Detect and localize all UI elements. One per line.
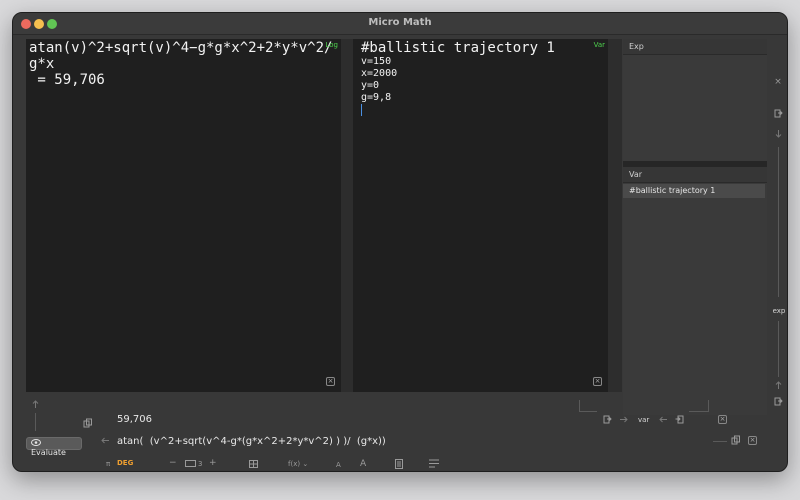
precision-icon <box>185 460 196 470</box>
clear-var-button[interactable]: × <box>593 377 602 386</box>
var-heading: #ballistic trajectory 1 <box>361 40 555 56</box>
clear-vars-button[interactable]: × <box>718 415 727 424</box>
list-icon[interactable] <box>429 459 439 471</box>
clear-log-button[interactable]: × <box>326 377 335 386</box>
font-smaller-button[interactable]: A <box>336 461 341 469</box>
log-result-line: = 59,706 <box>29 72 105 88</box>
arrow-up-icon[interactable] <box>772 381 784 393</box>
import-icon[interactable] <box>772 109 784 121</box>
copy-icon[interactable] <box>83 418 93 431</box>
increase-precision-button[interactable]: + <box>209 458 217 468</box>
import-icon[interactable] <box>675 415 684 427</box>
export-icon[interactable] <box>603 415 612 427</box>
exp-list[interactable] <box>623 55 767 161</box>
copy-icon[interactable] <box>731 435 741 448</box>
bottom-bar: 59,706 Evaluate atan( (v^2+sqrt(v^4-g*(g… <box>13 393 787 471</box>
chevron-down-icon: ⌄ <box>302 460 309 468</box>
expression-input[interactable]: atan( (v^2+sqrt(v^4-g*(g*x^2+2*y*v^2) ) … <box>117 436 386 447</box>
arrow-up-icon[interactable] <box>31 400 40 412</box>
var-line: g=9,8 <box>361 92 392 103</box>
log-line: atan(v)^2+sqrt(v)^4−g*g*x^2+2*y*v^2/ <box>29 40 333 56</box>
grid-icon[interactable] <box>249 460 258 471</box>
var-transfer-label: var <box>638 416 650 424</box>
var-header: Var <box>623 167 767 183</box>
window-title: Micro Math <box>368 17 432 28</box>
pi-icon[interactable]: π <box>106 460 110 468</box>
bracket-line <box>35 413 36 431</box>
var-line: x=2000 <box>361 68 398 79</box>
decrease-precision-button[interactable]: − <box>169 458 177 468</box>
bracket-line <box>708 400 709 412</box>
close-icon[interactable]: × <box>772 77 784 87</box>
font-larger-button[interactable]: A <box>360 459 366 469</box>
arrow-right-icon <box>619 415 628 427</box>
var-tag: Var <box>593 41 605 49</box>
var-lines: v=150 x=2000 y=0 g=9,8 <box>361 56 397 104</box>
document-icon[interactable] <box>395 459 403 471</box>
arrow-left-icon <box>659 415 668 427</box>
var-list[interactable] <box>623 183 767 415</box>
bracket-line <box>713 441 727 442</box>
pane-divider[interactable] <box>608 39 622 392</box>
eye-icon <box>31 439 41 448</box>
rail-line <box>778 321 779 377</box>
log-line: g*x <box>29 56 55 72</box>
app-window: Micro Math atan(v)^2+sqrt(v)^4−g*g*x^2+2… <box>12 12 788 472</box>
var-line: y=0 <box>361 80 380 91</box>
evaluate-button[interactable]: Evaluate <box>26 437 82 457</box>
var-line: v=150 <box>361 56 392 67</box>
exp-label: exp <box>772 307 786 315</box>
function-menu[interactable]: f(x) ⌄ <box>288 460 308 468</box>
clear-expression-button[interactable]: × <box>748 436 757 445</box>
var-list-item[interactable]: #ballistic trajectory 1 <box>623 184 765 198</box>
log-tag: Log <box>325 41 338 49</box>
precision-value: 3 <box>198 460 203 468</box>
angle-mode-toggle[interactable]: DEG <box>117 459 133 467</box>
log-lines: atan(v)^2+sqrt(v)^4−g*g*x^2+2*y*v^2/ g*x… <box>29 40 332 88</box>
evaluate-label: Evaluate <box>31 448 66 457</box>
log-pane[interactable]: atan(v)^2+sqrt(v)^4−g*g*x^2+2*y*v^2/ g*x… <box>26 39 341 392</box>
arrow-down-icon[interactable] <box>772 129 784 141</box>
exp-header: Exp <box>623 39 767 55</box>
right-rail: × exp <box>768 39 787 419</box>
bracket-line <box>579 411 597 412</box>
result-value: 59,706 <box>117 414 152 425</box>
bracket-line <box>689 411 709 412</box>
text-caret <box>361 104 362 116</box>
arrow-left-icon[interactable] <box>101 436 110 448</box>
var-pane[interactable]: #ballistic trajectory 1 v=150 x=2000 y=0… <box>353 39 608 392</box>
title-bar: Micro Math <box>13 13 787 35</box>
pane-divider[interactable] <box>341 39 353 392</box>
function-label: f(x) <box>288 460 301 468</box>
rail-line <box>778 147 779 297</box>
